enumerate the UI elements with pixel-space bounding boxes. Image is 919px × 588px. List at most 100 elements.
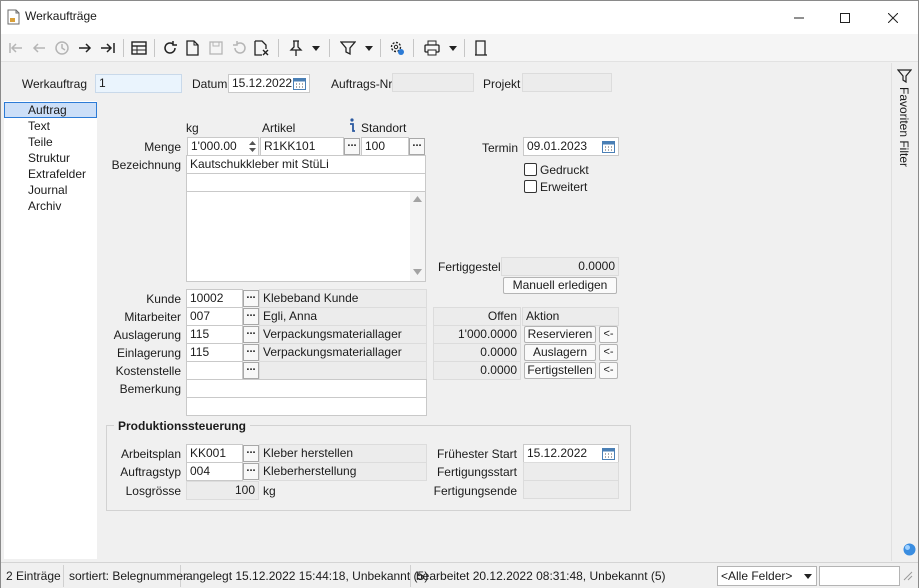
nav-item-auftrag[interactable]: Auftrag — [4, 102, 97, 118]
artikel-field[interactable]: R1KK101 — [260, 137, 344, 156]
bezeichnung-field[interactable]: Kautschukkleber mit StüLi — [186, 155, 426, 174]
save-button[interactable] — [205, 37, 227, 59]
losgroesse-field: 100 — [186, 481, 259, 500]
minimize-button[interactable] — [776, 1, 822, 34]
info-icon[interactable] — [348, 118, 356, 133]
kunde-field[interactable]: 10002 — [186, 289, 243, 308]
new-document-button[interactable] — [182, 37, 204, 59]
werkauftrag-field[interactable]: 1 — [95, 74, 182, 93]
history-icon — [54, 40, 70, 56]
description-textarea[interactable] — [186, 191, 426, 282]
next-record-button[interactable] — [74, 37, 96, 59]
kunde-lookup-button[interactable]: ... — [243, 290, 259, 307]
calendar-icon[interactable] — [293, 77, 306, 90]
previous-record-button[interactable] — [28, 37, 50, 59]
sort-status: sortiert: Belegnummer — [64, 565, 187, 587]
pin-icon — [289, 40, 303, 56]
menge-field[interactable]: 1'000.00 — [187, 137, 259, 156]
mitarbeiter-name-field: Egli, Anna — [259, 307, 427, 326]
nav-item-extrafelder[interactable]: Extrafelder — [4, 167, 97, 183]
globe-icon[interactable] — [903, 543, 916, 556]
description-scrollbar[interactable] — [410, 192, 425, 281]
scroll-down-icon[interactable] — [413, 269, 422, 275]
nav-item-struktur[interactable]: Struktur — [4, 151, 97, 167]
fertigstellen-button[interactable]: Fertigstellen — [524, 362, 596, 379]
kostenstelle-lookup-button[interactable]: ... — [243, 362, 259, 379]
auslagern-apply-button[interactable]: <- — [599, 344, 618, 361]
table-view-button[interactable] — [128, 37, 150, 59]
auslagerung-lookup-button[interactable]: ... — [243, 326, 259, 343]
search-input[interactable] — [819, 566, 900, 586]
datum-field[interactable]: 15.12.2022 — [228, 74, 310, 93]
mitarbeiter-lookup-button[interactable]: ... — [243, 308, 259, 325]
erweitert-checkbox[interactable] — [524, 180, 537, 193]
aktion-header: Aktion — [522, 307, 619, 326]
close-icon — [888, 12, 898, 23]
filter-icon[interactable] — [897, 69, 912, 83]
datum-label: Datum — [192, 77, 228, 91]
minimize-icon — [794, 13, 804, 23]
favoriten-filter-label[interactable]: Favoriten Filter — [897, 87, 911, 167]
history-button[interactable] — [51, 37, 73, 59]
manuell-erledigen-button[interactable]: Manuell erledigen — [503, 277, 617, 294]
fruehester-start-field[interactable]: 15.12.2022 — [523, 444, 619, 463]
chevron-down-icon — [804, 574, 812, 579]
exit-button[interactable] — [470, 37, 492, 59]
kunde-label: Kunde — [146, 292, 181, 306]
scroll-up-icon[interactable] — [413, 196, 422, 202]
arbeitsplan-field[interactable]: KK001 — [186, 444, 243, 463]
offen-value-reservieren: 1'000.0000 — [433, 325, 521, 344]
artikel-lookup-button[interactable]: ... — [344, 138, 360, 155]
bezeichnung-field-line2[interactable] — [186, 173, 426, 192]
standort-field[interactable]: 100 — [361, 137, 409, 156]
spin-stepper-icon[interactable] — [248, 139, 257, 154]
auslagern-button[interactable]: Auslagern — [524, 344, 596, 361]
werkauftrag-label: Werkauftrag — [21, 77, 87, 91]
delete-document-button[interactable] — [251, 37, 273, 59]
auftragstyp-lookup-button[interactable]: ... — [243, 463, 259, 480]
standort-lookup-button[interactable]: ... — [409, 138, 425, 155]
toolbar-separator — [278, 39, 279, 57]
mitarbeiter-label: Mitarbeiter — [124, 310, 181, 324]
bezeichnung-label: Bezeichnung — [111, 158, 181, 172]
arbeitsplan-lookup-button[interactable]: ... — [243, 445, 259, 462]
termin-field[interactable]: 09.01.2023 — [523, 137, 619, 156]
nav-item-text[interactable]: Text — [4, 119, 97, 135]
filter-dropdown[interactable] — [362, 37, 376, 59]
auslagerung-field[interactable]: 115 — [186, 325, 243, 344]
gedruckt-checkbox[interactable] — [524, 163, 537, 176]
resize-grip-icon[interactable] — [903, 571, 913, 581]
maximize-button[interactable] — [822, 1, 868, 34]
einlagerung-field[interactable]: 115 — [186, 343, 243, 362]
print-icon — [424, 40, 440, 56]
auftragstyp-field[interactable]: 004 — [186, 462, 243, 481]
last-record-button[interactable] — [97, 37, 119, 59]
application-window: Werkaufträge Werkauftrag 1 Datum 15.12.2… — [0, 0, 919, 588]
print-button[interactable] — [421, 37, 443, 59]
fields-select[interactable]: <Alle Felder> — [717, 566, 817, 586]
reservieren-apply-button[interactable]: <- — [599, 326, 618, 343]
settings-button[interactable] — [386, 37, 408, 59]
nav-item-archiv[interactable]: Archiv — [4, 199, 97, 215]
chevron-down-icon — [365, 45, 373, 51]
mitarbeiter-field[interactable]: 007 — [186, 307, 243, 326]
reservieren-button[interactable]: Reservieren — [524, 326, 596, 343]
calendar-icon[interactable] — [602, 447, 615, 460]
refresh-button[interactable] — [159, 37, 181, 59]
filter-button[interactable] — [337, 37, 359, 59]
nav-item-teile[interactable]: Teile — [4, 135, 97, 151]
pin-dropdown[interactable] — [309, 37, 323, 59]
close-button[interactable] — [870, 1, 916, 34]
nav-item-journal[interactable]: Journal — [4, 183, 97, 199]
first-record-button[interactable] — [5, 37, 27, 59]
bemerkung-field-line2[interactable] — [186, 397, 427, 416]
bemerkung-field[interactable] — [186, 379, 427, 398]
kostenstelle-field[interactable] — [186, 361, 243, 380]
einlagerung-lookup-button[interactable]: ... — [243, 344, 259, 361]
fertigstellen-apply-button[interactable]: <- — [599, 362, 618, 379]
print-dropdown[interactable] — [446, 37, 460, 59]
termin-value: 09.01.2023 — [527, 139, 588, 153]
pin-button[interactable] — [285, 37, 307, 59]
undo-button[interactable] — [228, 37, 250, 59]
calendar-icon[interactable] — [602, 140, 615, 153]
